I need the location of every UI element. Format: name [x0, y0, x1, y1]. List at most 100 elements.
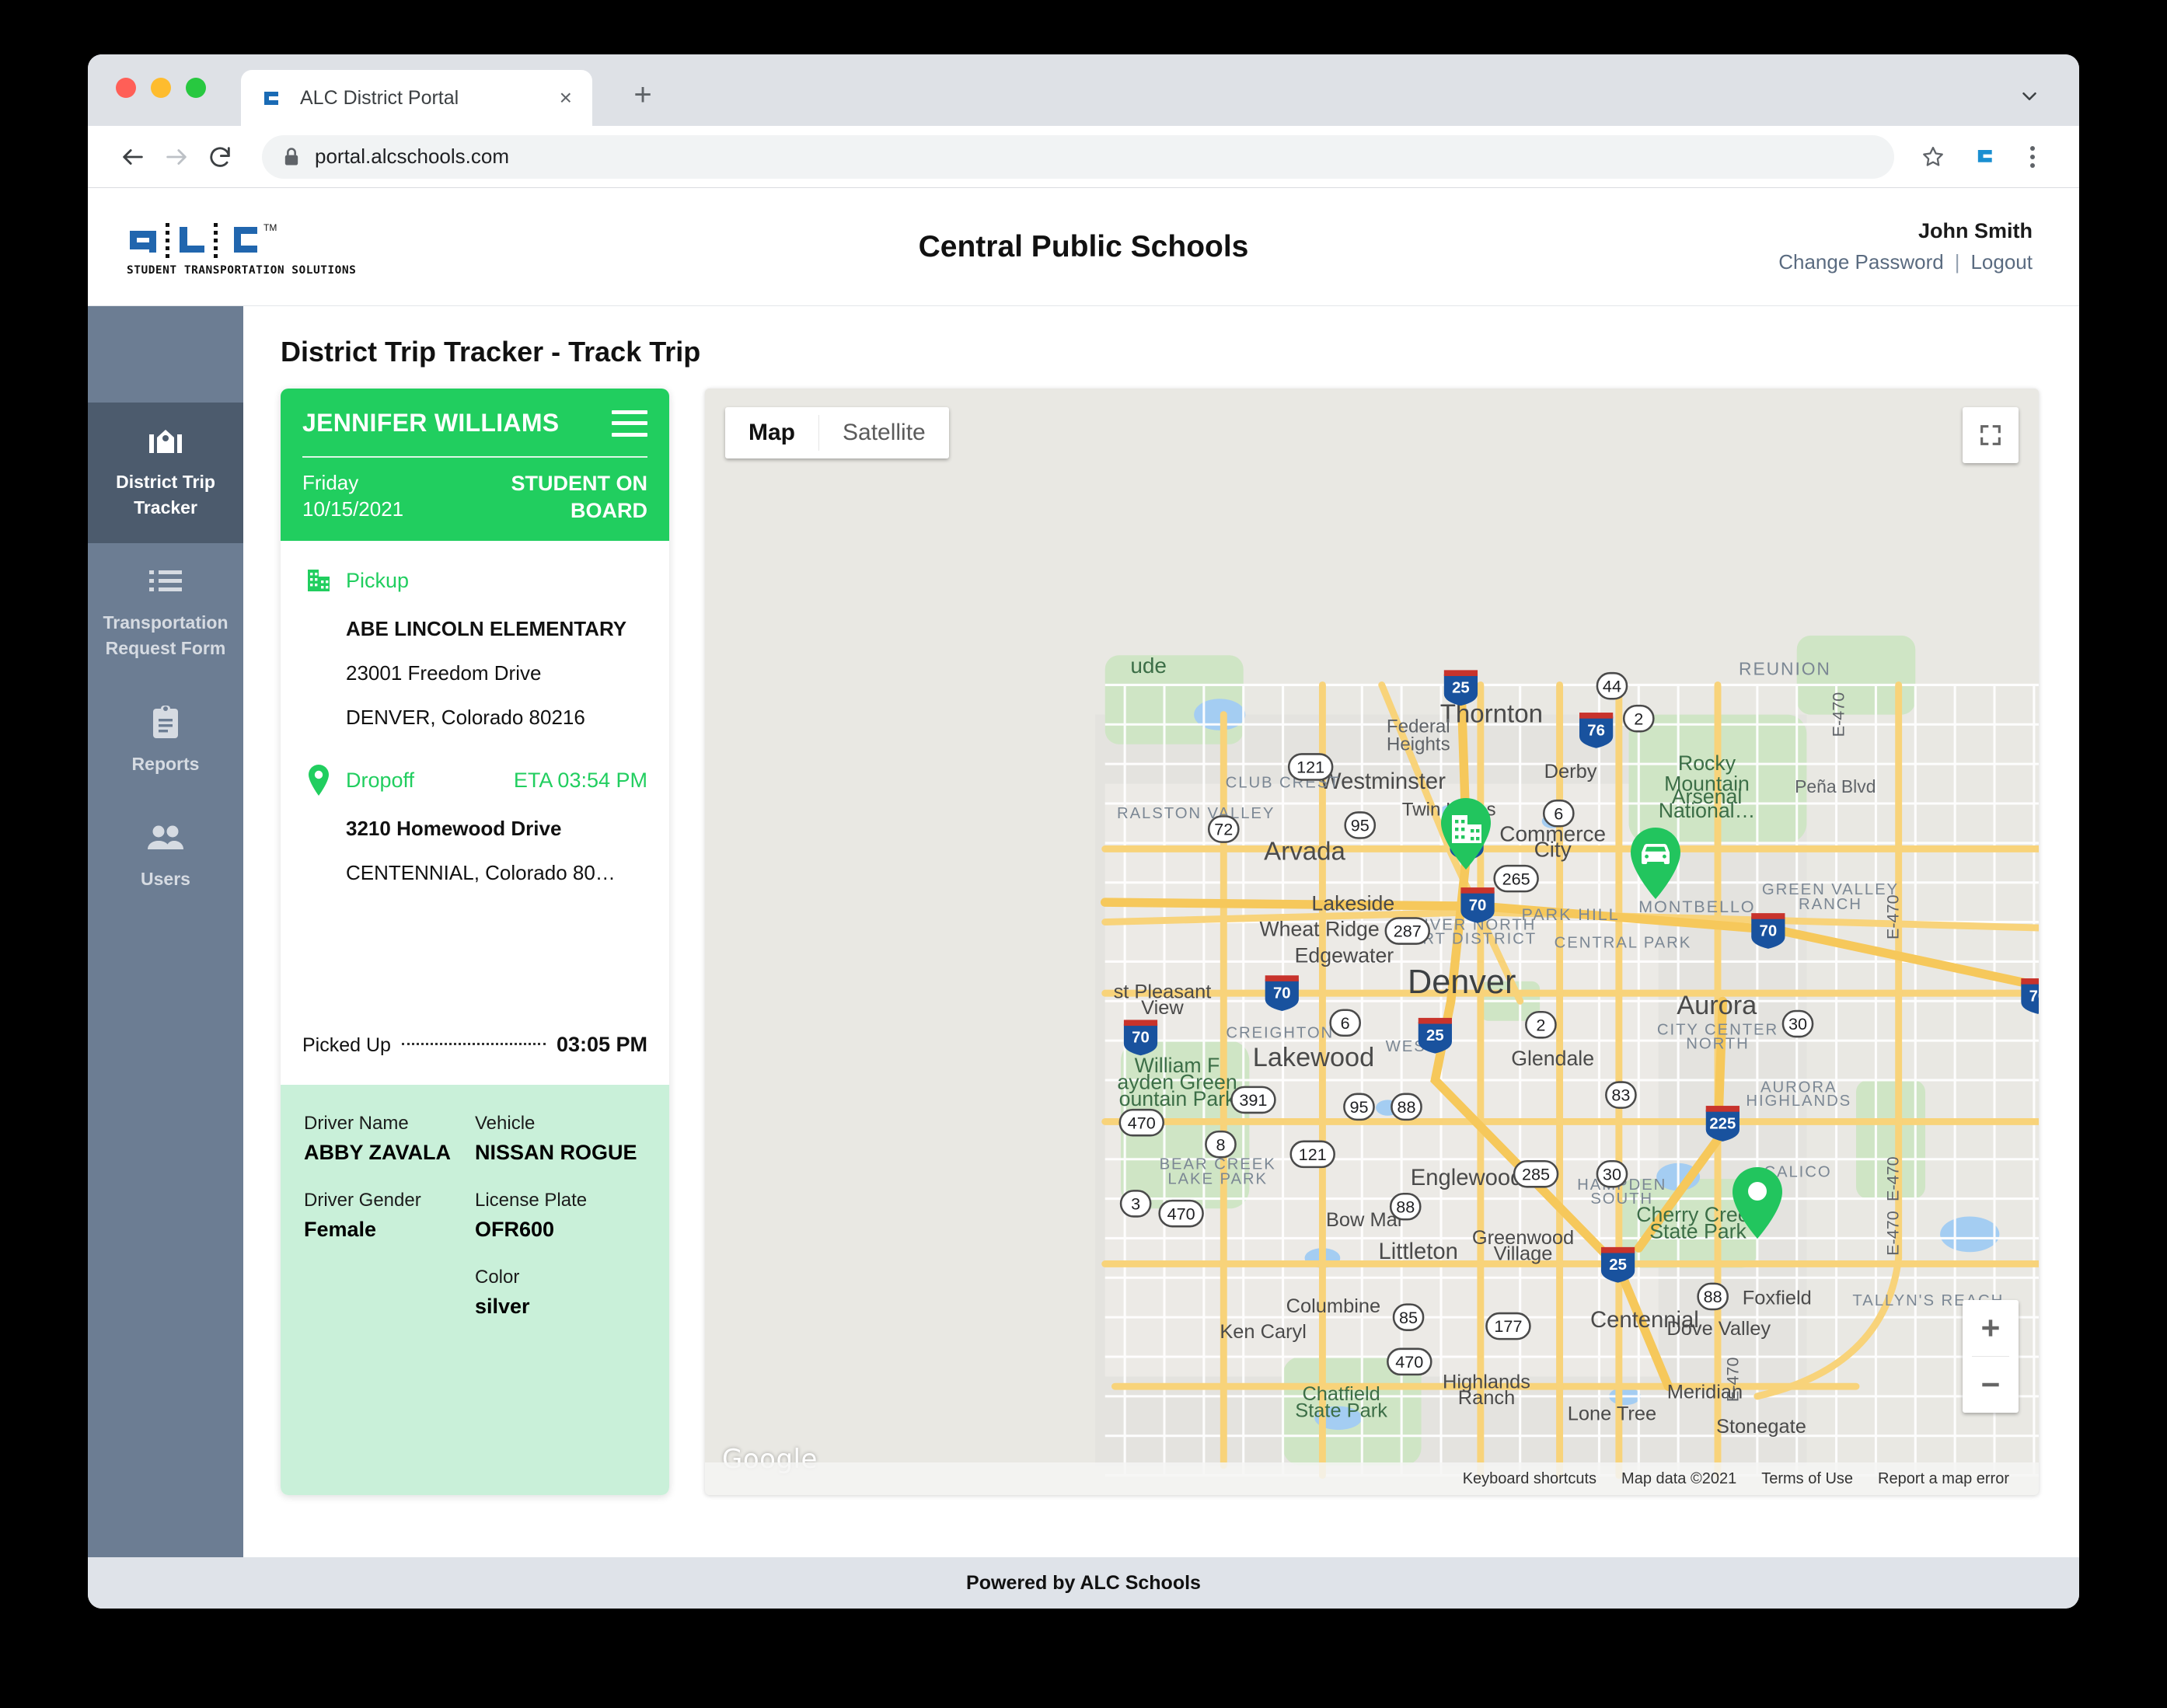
map-label: Centennial: [1590, 1308, 1699, 1333]
driver-column-left: Driver Name ABBY ZAVALA Driver Gender Fe…: [304, 1113, 475, 1472]
sidebar-item-reports[interactable]: Reports: [88, 685, 243, 800]
bookmark-star-icon[interactable]: [1914, 138, 1952, 176]
map-label: Edgewater: [1295, 944, 1394, 967]
license-plate-block: License Plate OFR600: [475, 1190, 646, 1243]
svg-text:E-470: E-470: [1883, 1156, 1903, 1201]
close-window-button[interactable]: [116, 78, 136, 98]
map-label: Denver: [1408, 964, 1516, 1001]
driver-name-value: ABBY ZAVALA: [304, 1141, 451, 1164]
map-label: Ranch: [1458, 1387, 1515, 1409]
sidebar-item-label: Reports: [131, 753, 200, 774]
main-content: District Trip Tracker - Track Trip JENNI…: [243, 306, 2079, 1557]
map-label: HIGHLANDS: [1746, 1093, 1851, 1110]
browser-window: ALC District Portal × + portal.alcschool…: [88, 54, 2079, 1609]
highway-shield: 88: [1391, 1093, 1422, 1121]
terms-of-use-link[interactable]: Terms of Use: [1749, 1470, 1865, 1488]
user-links: Change Password | Logout: [1778, 250, 2033, 274]
map-panel[interactable]: Thornton Federal Heights REUNION Westminster…: [705, 389, 2039, 1495]
app-header: TM STUDENT TRANSPORTATION SOLUTIONS Cent…: [88, 188, 2079, 306]
three-dot-menu-icon[interactable]: [2017, 138, 2048, 176]
fullscreen-expand-icon[interactable]: [1963, 407, 2019, 463]
driver-info-panel: Driver Name ABBY ZAVALA Driver Gender Fe…: [281, 1085, 669, 1495]
highway-shield: 70: [1123, 1020, 1158, 1056]
dropoff-label: Dropoff: [346, 768, 415, 792]
maximize-window-button[interactable]: [186, 78, 206, 98]
timeline-time: 03:05 PM: [556, 1033, 647, 1056]
pickup-street: 23001 Freedom Drive: [346, 661, 542, 685]
vehicle-color-value: silver: [475, 1295, 530, 1319]
map-label: LAKE PARK: [1167, 1171, 1268, 1188]
vehicle-color-block: Color silver: [475, 1267, 646, 1320]
dropoff-marker[interactable]: [1729, 1166, 1785, 1244]
highway-shield: 121: [1289, 1140, 1335, 1169]
change-password-link[interactable]: Change Password: [1778, 250, 1943, 274]
minimize-window-button[interactable]: [151, 78, 171, 98]
logout-link[interactable]: Logout: [1970, 250, 2033, 274]
trip-day: Friday: [302, 471, 359, 494]
svg-text:470: 470: [1167, 1204, 1195, 1223]
address-bar[interactable]: portal.alcschools.com: [262, 134, 1894, 179]
highway-shield: E-470: [1723, 1357, 1743, 1402]
sidebar-item-label: Users: [141, 869, 190, 890]
dropoff-address: 3210 Homewood Drive CENTENNIAL, Colorado…: [302, 796, 647, 885]
svg-text:25: 25: [1609, 1257, 1627, 1274]
svg-text:85: 85: [1399, 1308, 1418, 1327]
pickup-header: Pickup: [302, 564, 647, 597]
vehicle-value: NISSAN ROGUE: [475, 1141, 637, 1164]
browser-tab[interactable]: ALC District Portal ×: [241, 70, 592, 126]
svg-text:285: 285: [1522, 1164, 1550, 1183]
timeline-label: Picked Up: [302, 1034, 391, 1056]
svg-text:121: 121: [1296, 758, 1324, 777]
forward-arrow-icon[interactable]: [155, 135, 198, 179]
svg-text:391: 391: [1239, 1090, 1267, 1110]
map-type-satellite-button[interactable]: Satellite: [819, 407, 949, 458]
highway-shield: 391: [1230, 1086, 1276, 1114]
highway-shield: 6: [1542, 799, 1575, 828]
sidebar-item-users[interactable]: Users: [88, 800, 243, 915]
people-icon: [96, 820, 236, 856]
alc-logo-mark: TM: [130, 222, 277, 258]
svg-text:70: 70: [2029, 988, 2039, 1005]
pickup-school-marker[interactable]: [1438, 796, 1494, 875]
status-badge: STUDENT ON BOARD: [511, 472, 648, 522]
map-label: Arvada: [1264, 837, 1345, 866]
browser-tab-title: ALC District Portal: [300, 86, 459, 109]
profile-avatar-icon[interactable]: [1966, 136, 2008, 178]
vehicle-color-label: Color: [475, 1267, 520, 1288]
highway-shield: 470: [1158, 1199, 1204, 1228]
svg-text:121: 121: [1299, 1145, 1327, 1164]
highway-shield: 88: [1389, 1192, 1422, 1221]
list-menu-icon[interactable]: [612, 410, 647, 437]
svg-text:88: 88: [1396, 1197, 1415, 1216]
zoom-out-button[interactable]: [1963, 1357, 2019, 1413]
alc-logo: TM STUDENT TRANSPORTATION SOLUTIONS: [127, 217, 383, 277]
window-traffic-lights: [116, 78, 206, 98]
highway-shield: 95: [1344, 811, 1377, 839]
highway-shield: 285: [1513, 1159, 1559, 1188]
driver-column-right: Vehicle NISSAN ROGUE License Plate OFR60…: [475, 1113, 646, 1472]
keyboard-shortcuts-link[interactable]: Keyboard shortcuts: [1450, 1470, 1609, 1488]
zoom-in-button[interactable]: [1963, 1300, 2019, 1356]
svg-text:70: 70: [1760, 922, 1778, 939]
highway-shield: 177: [1485, 1312, 1531, 1340]
reload-icon[interactable]: [198, 135, 242, 179]
new-tab-button[interactable]: +: [624, 76, 661, 113]
svg-text:95: 95: [1351, 816, 1370, 835]
map-type-map-button[interactable]: Map: [725, 407, 818, 458]
highway-shield: 121: [1287, 753, 1334, 781]
map-label: CENTRAL PARK: [1555, 935, 1692, 952]
highway-shield: 30: [1596, 1159, 1628, 1188]
sidebar-item-district-trip-tracker[interactable]: District Trip Tracker: [88, 403, 243, 544]
vehicle-marker[interactable]: [1628, 826, 1684, 905]
sidebar-item-transportation-request-form[interactable]: Transportation Request Form: [88, 543, 243, 684]
sidebar-item-label: Transportation Request Form: [103, 612, 229, 658]
map-label: Stonegate: [1716, 1416, 1806, 1438]
map-label: RALSTON VALLEY: [1117, 805, 1275, 822]
chevron-down-icon[interactable]: [2014, 81, 2045, 112]
report-map-error-link[interactable]: Report a map error: [1865, 1470, 2022, 1488]
back-arrow-icon[interactable]: [111, 135, 155, 179]
svg-text:2: 2: [1536, 1015, 1545, 1034]
alc-logo-icon: [260, 85, 286, 111]
highway-shield: 95: [1343, 1093, 1375, 1121]
close-tab-button[interactable]: ×: [555, 87, 577, 109]
